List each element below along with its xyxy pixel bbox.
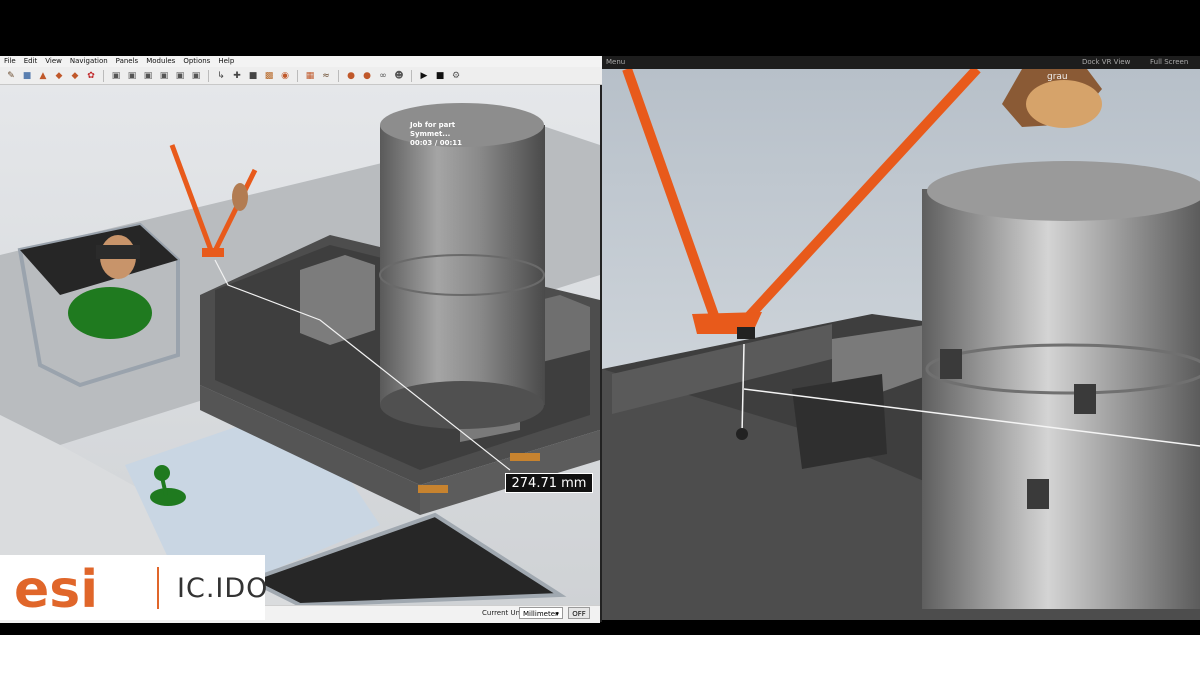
vr-header: Menu Dock VR View Full Screen — [602, 56, 1200, 69]
screen: File Edit View Navigation Panels Modules… — [0, 0, 1200, 675]
part-icon[interactable]: ▲ — [36, 70, 50, 82]
toolbar-divider — [338, 69, 339, 82]
stop-icon[interactable]: ■ — [433, 70, 447, 82]
toolbar-divider — [411, 69, 412, 82]
open-icon[interactable]: ✎ — [4, 70, 18, 82]
light-icon[interactable]: ▣ — [189, 70, 203, 82]
full-screen-button[interactable]: Full Screen — [1150, 58, 1188, 66]
vr-cylinder-top — [927, 161, 1200, 221]
human-icon[interactable]: ☻ — [392, 70, 406, 82]
cube-tool-icon[interactable]: ■ — [246, 70, 260, 82]
letterbox-bottom — [0, 635, 1200, 675]
vr-viewport[interactable]: grau — [602, 65, 1200, 620]
camera-side-icon[interactable]: ▣ — [141, 70, 155, 82]
collision-icon[interactable]: ● — [360, 70, 374, 82]
job-time: 00:03 / 00:11 — [410, 139, 462, 147]
cylinder-top — [380, 103, 544, 147]
vr-mount-clip — [1074, 384, 1096, 414]
toolbar-divider — [208, 69, 209, 82]
vr-hand — [1026, 80, 1102, 128]
menu-bar: File Edit View Navigation Panels Modules… — [0, 56, 604, 67]
camera-front-icon[interactable]: ▣ — [125, 70, 139, 82]
vr-probe-connector — [737, 327, 755, 339]
cable-route-icon[interactable]: ∞ — [376, 70, 390, 82]
unit-toggle-button[interactable]: OFF — [568, 607, 590, 619]
menu-edit[interactable]: Edit — [24, 56, 38, 67]
letterbox-top — [0, 0, 1200, 56]
settings-icon[interactable]: ⚙ — [449, 70, 463, 82]
camera-record-icon[interactable]: ◉ — [278, 70, 292, 82]
job-subtitle: Symmet... — [410, 130, 451, 138]
play-icon[interactable]: ▶ — [417, 70, 431, 82]
tray-foot — [510, 453, 540, 461]
ic-ido-app-window: File Edit View Navigation Panels Modules… — [0, 56, 604, 623]
vr-headset-icon — [96, 245, 140, 259]
section-tool-icon[interactable]: ▩ — [262, 70, 276, 82]
camera-top-icon[interactable]: ▣ — [157, 70, 171, 82]
menu-modules[interactable]: Modules — [146, 56, 175, 67]
esi-logo: esi IC.IDO — [0, 555, 269, 620]
job-title: Job for part — [410, 121, 456, 129]
assembly-icon[interactable]: ◆ — [52, 70, 66, 82]
product-name: IC.IDO — [177, 573, 269, 604]
cable-icon[interactable]: ≈ — [319, 70, 333, 82]
vr-glove-label: grau — [1047, 72, 1068, 82]
pdf-icon[interactable]: ✿ — [84, 70, 98, 82]
hand-icon — [232, 183, 248, 211]
menu-options[interactable]: Options — [183, 56, 210, 67]
vr-view-window: Menu Dock VR View Full Screen grau — [602, 56, 1200, 620]
toolbar-divider — [297, 69, 298, 82]
menu-file[interactable]: File — [4, 56, 16, 67]
toolbar-divider — [103, 69, 104, 82]
unit-value: Millimeter — [523, 610, 558, 618]
measurement-label: 274.71 mm — [505, 473, 593, 493]
svg-text:esi: esi — [14, 560, 98, 620]
group-icon[interactable]: ◆ — [68, 70, 82, 82]
vr-menu-button[interactable]: Menu — [606, 58, 625, 66]
vr-probe-point — [736, 428, 748, 440]
cylinder-bottom — [380, 381, 544, 429]
esi-logo-mark: esi — [14, 560, 98, 620]
camera-iso-icon[interactable]: ▣ — [173, 70, 187, 82]
arrow-tool-icon[interactable]: ↳ — [214, 70, 228, 82]
component-box — [300, 255, 375, 345]
menu-navigation[interactable]: Navigation — [70, 56, 108, 67]
main-toolbar: ✎ ■ ▲ ◆ ◆ ✿ ▣ ▣ ▣ ▣ ▣ ▣ ↳ ✚ ■ ▩ ◉ ▦ ≈ ● … — [0, 67, 604, 85]
job-info: Job for part Symmet... 00:03 / 00:11 — [410, 121, 462, 148]
tray-foot — [418, 485, 448, 493]
camera-icon[interactable]: ▣ — [109, 70, 123, 82]
menu-panels[interactable]: Panels — [116, 56, 139, 67]
cylinder-tank — [380, 125, 545, 405]
flex-icon[interactable]: ● — [344, 70, 358, 82]
left-scene — [0, 85, 600, 605]
unit-dropdown[interactable]: Millimeter ▾ — [519, 607, 563, 619]
menu-view[interactable]: View — [45, 56, 62, 67]
3d-viewport[interactable]: Job for part Symmet... 00:03 / 00:11 274… — [0, 85, 600, 605]
vr-component-box — [792, 374, 887, 469]
logo-divider — [157, 567, 159, 609]
vr-cylinder-tank — [922, 189, 1200, 609]
dock-vr-view-button[interactable]: Dock VR View — [1082, 58, 1130, 66]
scene-icon[interactable]: ■ — [20, 70, 34, 82]
right-scene: grau — [602, 65, 1200, 620]
vr-mount-clip — [940, 349, 962, 379]
move-tool-icon[interactable]: ✚ — [230, 70, 244, 82]
human-torso — [68, 287, 152, 339]
chevron-down-icon: ▾ — [555, 610, 559, 618]
kinematics-icon[interactable]: ▦ — [303, 70, 317, 82]
probe-head — [202, 248, 224, 257]
menu-help[interactable]: Help — [218, 56, 234, 67]
floor-pin-base — [150, 488, 186, 506]
vr-mount-clip — [1027, 479, 1049, 509]
